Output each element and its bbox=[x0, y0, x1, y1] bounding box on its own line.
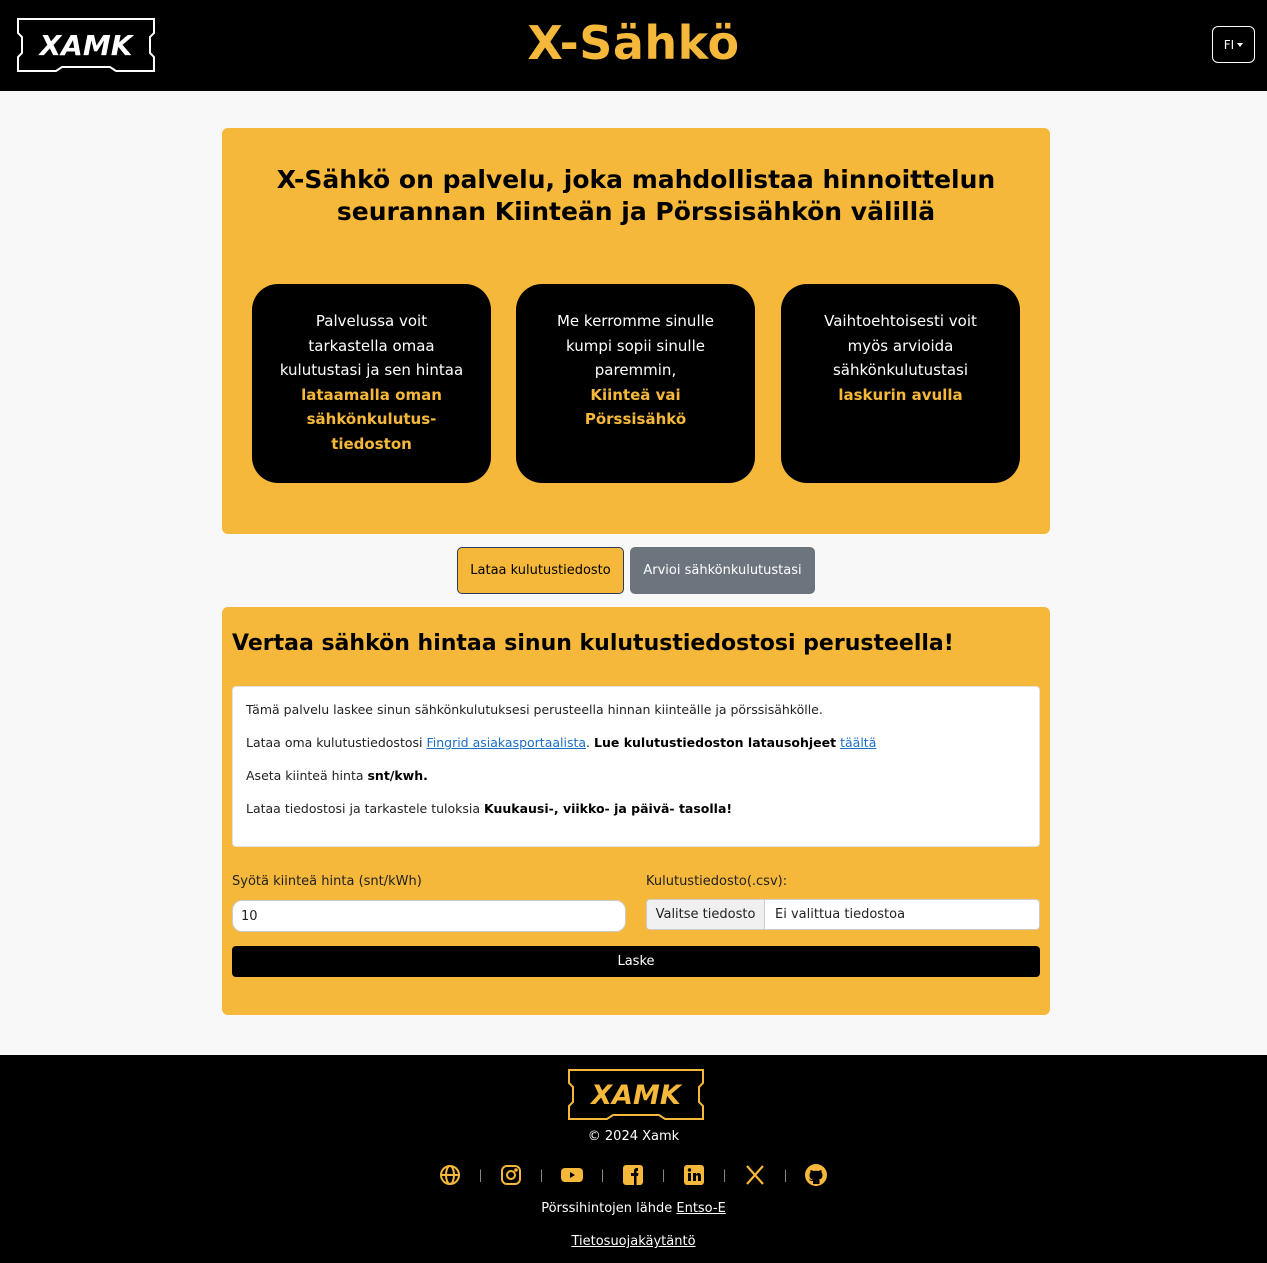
instruction-bold: Lue kulutustiedoston latausohjeet bbox=[594, 735, 837, 750]
privacy-policy-link[interactable]: Tietosuojakäytäntö bbox=[571, 1234, 695, 1249]
tab-upload-file[interactable]: Lataa kulutustiedosto bbox=[457, 547, 624, 594]
copyright-text: © 2024 Xamk bbox=[587, 1129, 680, 1144]
feature-card-text: Me kerromme sinulle kumpi sopii sinulle … bbox=[556, 312, 715, 379]
feature-card-upload: Palvelussa voit tarkastella omaa kulutus… bbox=[252, 284, 491, 483]
calculator-panel: Vertaa sähkön hintaa sinun kulutustiedos… bbox=[222, 607, 1050, 1015]
price-source: Pörssihintojen lähde Entso-E bbox=[0, 1201, 1267, 1216]
instruction-text: . bbox=[586, 735, 594, 750]
separator: | bbox=[478, 1168, 483, 1182]
choose-file-button[interactable]: Valitse tiedosto bbox=[647, 900, 765, 929]
calculator-heading: Vertaa sähkön hintaa sinun kulutustiedos… bbox=[232, 631, 954, 656]
svg-text:XAMK: XAMK bbox=[589, 1080, 683, 1111]
xamk-footer-logo[interactable]: XAMK bbox=[567, 1068, 705, 1121]
separator: | bbox=[722, 1168, 727, 1182]
instructions-link[interactable]: täältä bbox=[840, 735, 876, 750]
chevron-down-icon bbox=[1237, 42, 1244, 47]
file-label: Kulutustiedosto(.csv): bbox=[646, 874, 788, 889]
language-label: FI bbox=[1223, 37, 1235, 52]
linkedin-icon[interactable] bbox=[682, 1163, 706, 1187]
feature-card-estimate: Vaihtoehtoisesti voit myös arvioida sähk… bbox=[781, 284, 1020, 483]
feature-card-text: Palvelussa voit tarkastella omaa kulutus… bbox=[279, 312, 464, 379]
separator: | bbox=[539, 1168, 544, 1182]
site-title: X-Sähkö bbox=[527, 16, 740, 70]
fixed-price-input[interactable] bbox=[232, 900, 626, 932]
github-icon[interactable] bbox=[804, 1163, 828, 1187]
instruction-line: Lataa tiedostosi ja tarkastele tuloksia … bbox=[246, 801, 1026, 817]
file-upload-input[interactable]: Valitse tiedosto Ei valittua tiedostoa bbox=[646, 899, 1040, 930]
instruction-text: Lataa oma kulutustiedostosi bbox=[246, 735, 427, 750]
feature-card-highlight: Kiinteä vai Pörssisähkö bbox=[584, 385, 687, 429]
instruction-text: Aseta kiinteä hinta bbox=[246, 768, 368, 783]
feature-card-highlight: laskurin avulla bbox=[838, 385, 963, 404]
feature-card-text: Vaihtoehtoisesti voit myös arvioida sähk… bbox=[824, 312, 977, 379]
price-source-text: Pörssihintojen lähde bbox=[541, 1201, 673, 1216]
top-header: XAMK X-Sähkö FI bbox=[0, 0, 1267, 91]
intro-section: X-Sähkö on palvelu, joka mahdollistaa hi… bbox=[222, 128, 1050, 534]
x-icon[interactable] bbox=[743, 1163, 767, 1187]
separator: | bbox=[600, 1168, 605, 1182]
fixed-price-label: Syötä kiinteä hinta (snt/kWh) bbox=[232, 874, 422, 889]
language-dropdown[interactable]: FI bbox=[1212, 26, 1255, 63]
instruction-bold: Kuukausi-, viikko- ja päivä- tasolla! bbox=[484, 801, 733, 816]
fingrid-link[interactable]: Fingrid asiakasportaalista bbox=[426, 735, 586, 750]
instruction-text: Tämä palvelu laskee sinun sähkönkulutuks… bbox=[246, 702, 823, 717]
tab-estimate-consumption[interactable]: Arvioi sähkönkulutustasi bbox=[630, 547, 815, 594]
calculate-button[interactable]: Laske bbox=[232, 946, 1040, 977]
feature-card-highlight: lataamalla oman sähkönkulutus-tiedoston bbox=[301, 385, 442, 453]
social-links: | | | | | | bbox=[438, 1163, 828, 1187]
globe-icon[interactable] bbox=[438, 1163, 462, 1187]
instruction-text: Lataa tiedostosi ja tarkastele tuloksia bbox=[246, 801, 485, 816]
entso-e-link[interactable]: Entso-E bbox=[676, 1201, 725, 1216]
selected-file-name: Ei valittua tiedostoa bbox=[775, 907, 906, 922]
feature-card-compare: Me kerromme sinulle kumpi sopii sinulle … bbox=[516, 284, 755, 483]
instruction-line: Lataa oma kulutustiedostosi Fingrid asia… bbox=[246, 735, 1026, 751]
separator: | bbox=[783, 1168, 788, 1182]
privacy-policy: Tietosuojakäytäntö bbox=[0, 1234, 1267, 1249]
instructions-box: Tämä palvelu laskee sinun sähkönkulutuks… bbox=[232, 686, 1040, 847]
page-footer: XAMK © 2024 Xamk | | | | | | Pörssihinto… bbox=[0, 1055, 1267, 1263]
facebook-icon[interactable] bbox=[621, 1163, 645, 1187]
instagram-icon[interactable] bbox=[499, 1163, 523, 1187]
separator: | bbox=[661, 1168, 666, 1182]
instruction-line: Tämä palvelu laskee sinun sähkönkulutuks… bbox=[246, 702, 1026, 718]
instruction-bold: snt/kwh. bbox=[367, 768, 428, 783]
instruction-line: Aseta kiinteä hinta snt/kwh. bbox=[246, 768, 1026, 784]
intro-heading: X-Sähkö on palvelu, joka mahdollistaa hi… bbox=[276, 165, 996, 226]
youtube-icon[interactable] bbox=[560, 1163, 584, 1187]
